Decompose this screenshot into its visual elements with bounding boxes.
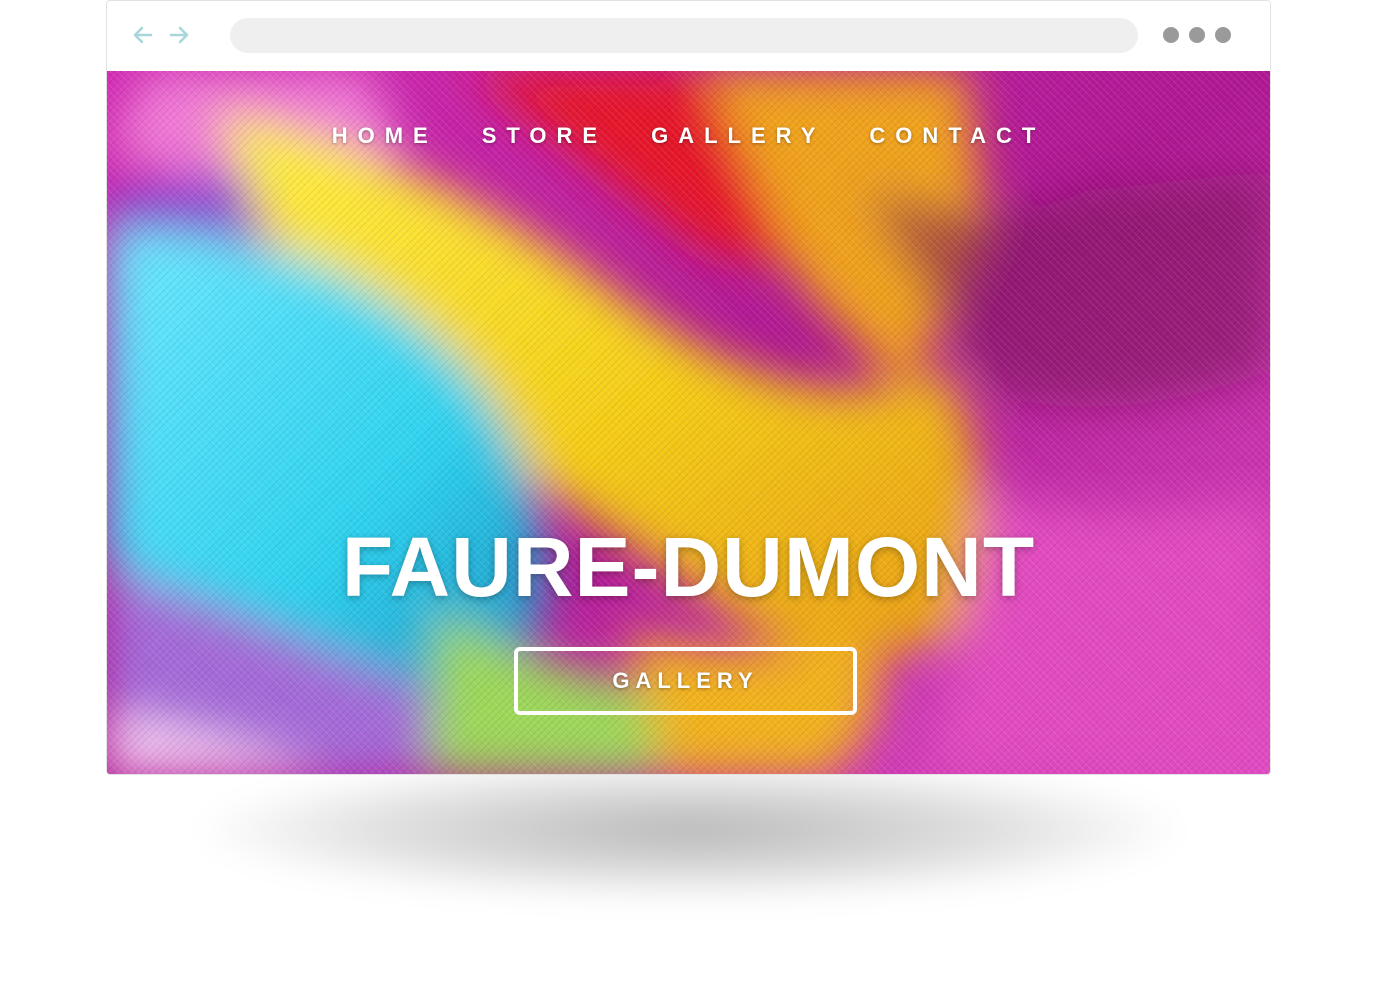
browser-toolbar (107, 1, 1270, 71)
gallery-cta-label: GALLERY (612, 668, 759, 693)
arrow-left-icon (133, 26, 153, 44)
more-dots-icon (1215, 27, 1231, 43)
site-navigation: HOME STORE GALLERY CONTACT (107, 123, 1270, 149)
page-viewport: HOME STORE GALLERY CONTACT FAURE-DUMONT … (107, 71, 1270, 774)
more-dots-icon (1163, 27, 1179, 43)
nav-link-home[interactable]: HOME (332, 123, 438, 149)
hero-title: FAURE-DUMONT (341, 520, 1036, 614)
gallery-cta-button[interactable]: GALLERY (514, 647, 857, 715)
browser-drop-shadow (200, 760, 1180, 900)
forward-button[interactable] (165, 21, 193, 49)
back-button[interactable] (129, 21, 157, 49)
browser-window: HOME STORE GALLERY CONTACT FAURE-DUMONT … (106, 0, 1271, 775)
nav-link-contact[interactable]: CONTACT (869, 123, 1045, 149)
address-bar[interactable] (230, 18, 1138, 53)
arrow-right-icon (169, 26, 189, 44)
nav-link-store[interactable]: STORE (482, 123, 607, 149)
browser-menu-button[interactable] (1163, 27, 1231, 43)
more-dots-icon (1189, 27, 1205, 43)
nav-link-gallery[interactable]: GALLERY (651, 123, 825, 149)
